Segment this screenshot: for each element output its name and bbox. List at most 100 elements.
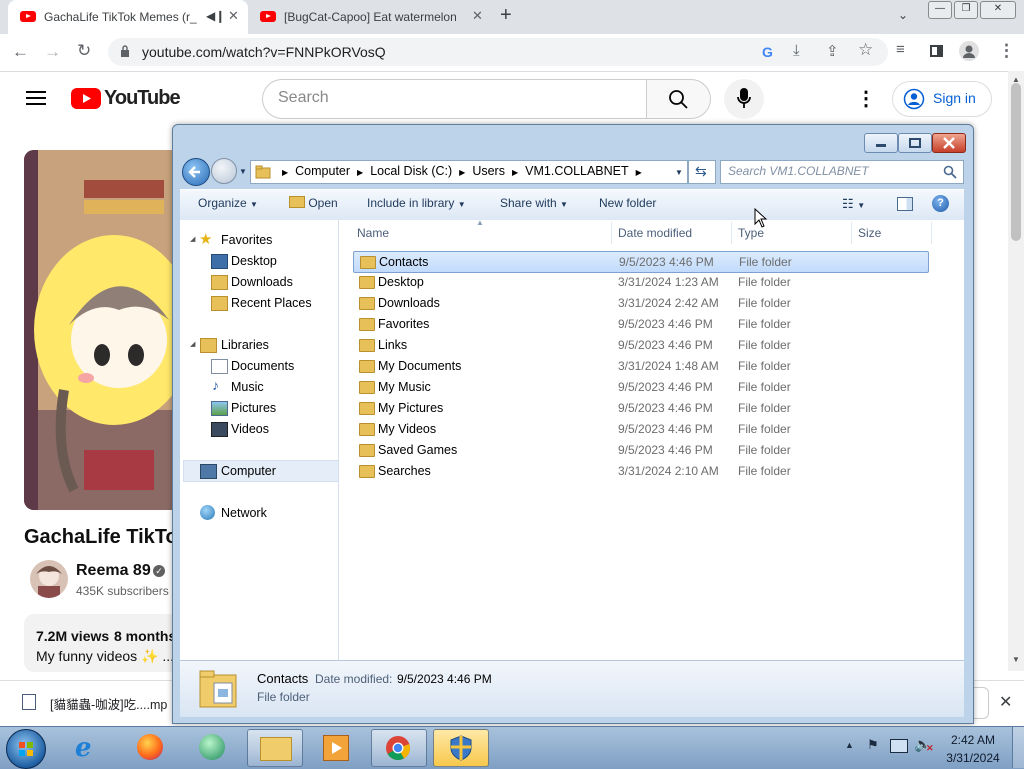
sign-in-button[interactable]: Sign in: [892, 81, 992, 117]
nav-favorites[interactable]: Favorites: [221, 233, 272, 247]
breadcrumb-item[interactable]: Local Disk (C:): [370, 164, 452, 178]
breadcrumb-separator-icon[interactable]: ▶: [282, 168, 288, 177]
tab-search-chevron-icon[interactable]: ⌄: [898, 8, 908, 22]
nav-desktop[interactable]: Desktop: [231, 254, 277, 268]
clock-time[interactable]: 2:42 AM: [950, 733, 996, 747]
file-row[interactable]: My Videos 9/5/2023 4:46 PM File folder: [353, 419, 927, 439]
explorer-address-bar[interactable]: ▶ Computer ▶ Local Disk (C:) ▶ Users ▶ VM1.COLL…: [250, 160, 688, 184]
youtube-search-input[interactable]: Search: [262, 79, 647, 119]
taskbar-chrome[interactable]: [371, 729, 427, 767]
profile-avatar-icon[interactable]: [959, 41, 979, 61]
minimize-window-button[interactable]: —: [928, 1, 952, 19]
channel-name[interactable]: Reema 89: [76, 562, 151, 580]
video-player[interactable]: [24, 150, 184, 510]
scrollbar-thumb[interactable]: [1011, 83, 1021, 241]
file-row[interactable]: Downloads 3/31/2024 2:42 AM File folder: [353, 293, 927, 313]
file-row[interactable]: Contacts 9/5/2023 4:46 PM File folder: [353, 251, 929, 273]
preview-pane-icon[interactable]: [897, 197, 913, 211]
explorer-search-input[interactable]: Search VM1.COLLABNET: [720, 160, 964, 184]
back-arrow-icon[interactable]: ←: [12, 42, 29, 62]
column-divider[interactable]: [731, 222, 732, 244]
explorer-close-button[interactable]: [932, 133, 966, 153]
file-row[interactable]: Desktop 3/31/2024 1:23 AM File folder: [353, 272, 927, 292]
download-show-all[interactable]: [972, 687, 989, 719]
column-header-name[interactable]: Name: [357, 226, 389, 240]
organize-button[interactable]: Organize ▼: [198, 196, 258, 210]
include-in-library-button[interactable]: Include in library ▼: [367, 196, 466, 210]
nav-libraries[interactable]: Libraries: [221, 338, 269, 352]
action-center-flag-icon[interactable]: ⚑: [867, 737, 879, 753]
explorer-back-button[interactable]: [182, 158, 210, 186]
voice-search-button[interactable]: [724, 79, 764, 119]
file-row[interactable]: Searches 3/31/2024 2:10 AM File folder: [353, 461, 927, 481]
view-options-button[interactable]: ☷ ▼: [842, 196, 865, 212]
forward-arrow-icon[interactable]: →: [44, 42, 61, 62]
browser-menu-icon[interactable]: ⋮: [998, 41, 1015, 61]
page-scrollbar[interactable]: ▲ ▼: [1008, 71, 1024, 671]
hamburger-menu-icon[interactable]: [26, 90, 46, 106]
start-button[interactable]: [6, 729, 46, 769]
expand-arrow-icon[interactable]: ◢: [190, 235, 195, 243]
explorer-minimize-button[interactable]: [864, 133, 898, 153]
side-panel-icon[interactable]: [930, 45, 943, 57]
breadcrumb-separator-icon[interactable]: ▶: [459, 168, 465, 177]
audio-playing-icon[interactable]: ◀❙: [206, 9, 225, 23]
breadcrumb-item[interactable]: Computer: [295, 164, 350, 178]
youtube-search-button[interactable]: [646, 79, 711, 119]
url-text[interactable]: youtube.com/watch?v=FNNPkORVosQ: [142, 44, 386, 60]
file-row[interactable]: Links 9/5/2023 4:46 PM File folder: [353, 335, 927, 355]
google-lens-icon[interactable]: G: [762, 44, 773, 60]
file-row[interactable]: My Pictures 9/5/2023 4:46 PM File folder: [353, 398, 927, 418]
open-button[interactable]: Open: [289, 196, 338, 210]
reload-icon[interactable]: ↻: [77, 41, 91, 61]
explorer-maximize-button[interactable]: [898, 133, 932, 153]
nav-pictures[interactable]: Pictures: [231, 401, 276, 415]
expand-arrow-icon[interactable]: ◢: [190, 340, 195, 348]
scroll-down-icon[interactable]: ▼: [1012, 655, 1020, 664]
column-header-type[interactable]: Type: [738, 226, 764, 240]
share-icon[interactable]: ⇪: [826, 42, 839, 60]
new-tab-button[interactable]: +: [500, 4, 512, 27]
download-bar-close-icon[interactable]: ✕: [999, 692, 1012, 712]
settings-menu-icon[interactable]: ⋮: [856, 86, 876, 111]
nav-videos[interactable]: Videos: [231, 422, 269, 436]
install-app-icon[interactable]: ⤓: [793, 42, 800, 59]
taskbar-windows-explorer[interactable]: [247, 729, 303, 767]
column-divider[interactable]: [931, 222, 932, 244]
nav-downloads[interactable]: Downloads: [231, 275, 293, 289]
lock-icon[interactable]: [120, 45, 130, 57]
taskbar-media-player[interactable]: [309, 729, 363, 765]
tab-bugcat[interactable]: [BugCat-Capoo] Eat watermelon ✕: [252, 0, 492, 34]
clock-date[interactable]: 3/31/2024: [944, 751, 1002, 765]
youtube-logo-text[interactable]: YouTube: [104, 87, 181, 110]
taskbar-internet-explorer[interactable]: e: [62, 729, 116, 765]
file-row[interactable]: My Documents 3/31/2024 1:48 AM File folder: [353, 356, 927, 376]
taskbar-media-center[interactable]: [186, 729, 240, 765]
restore-window-button[interactable]: ❐: [954, 1, 978, 19]
nav-music[interactable]: Music: [231, 380, 264, 394]
tab-close-icon[interactable]: ✕: [228, 8, 239, 24]
address-dropdown-icon[interactable]: ▼: [675, 168, 683, 177]
new-folder-button[interactable]: New folder: [599, 196, 656, 210]
nav-network[interactable]: Network: [221, 506, 267, 520]
taskbar-security[interactable]: [433, 729, 489, 767]
youtube-logo-icon[interactable]: [71, 88, 101, 109]
column-divider[interactable]: [611, 222, 612, 244]
share-with-button[interactable]: Share with ▼: [500, 196, 568, 210]
breadcrumb-separator-icon[interactable]: ▶: [636, 168, 642, 177]
taskbar-firefox[interactable]: [124, 729, 178, 765]
column-header-size[interactable]: Size: [858, 226, 881, 240]
breadcrumb-separator-icon[interactable]: ▶: [512, 168, 518, 177]
nav-documents[interactable]: Documents: [231, 359, 294, 373]
breadcrumb-item[interactable]: VM1.COLLABNET: [525, 164, 629, 178]
bookmark-star-icon[interactable]: ☆: [858, 40, 873, 60]
breadcrumb-item[interactable]: Users: [472, 164, 505, 178]
explorer-forward-button[interactable]: [211, 158, 237, 184]
media-control-icon[interactable]: ≡: [896, 41, 905, 58]
explorer-refresh-button[interactable]: ⇆: [688, 160, 716, 184]
network-tray-icon[interactable]: [890, 739, 908, 753]
tab-close-icon[interactable]: ✕: [472, 8, 483, 24]
nav-computer[interactable]: Computer: [221, 464, 276, 478]
show-desktop-button[interactable]: [1012, 727, 1024, 768]
help-icon[interactable]: ?: [932, 195, 949, 212]
